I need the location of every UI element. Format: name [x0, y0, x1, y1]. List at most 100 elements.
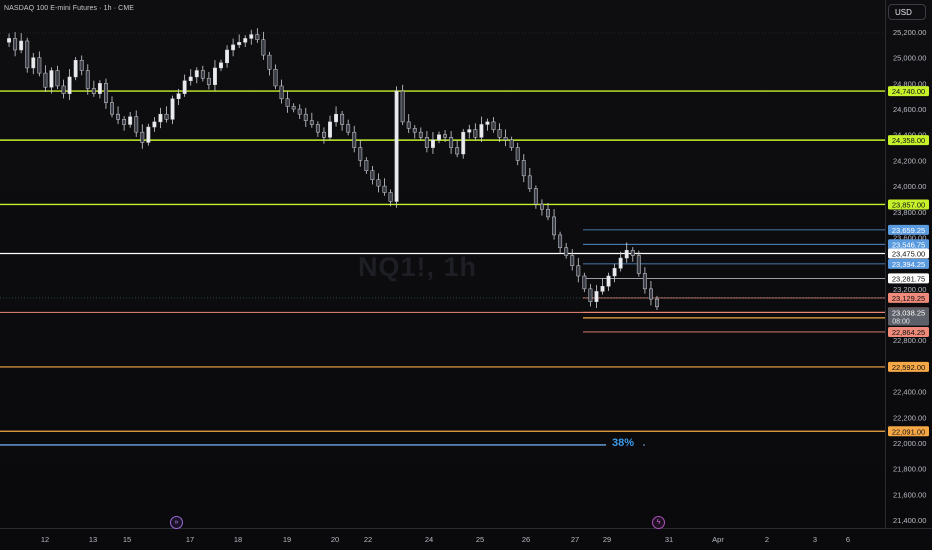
- y-tick-label: 25,000.00: [893, 54, 926, 63]
- candle-body: [455, 147, 460, 155]
- level-price-label: 23,394.25: [892, 260, 925, 269]
- candle-body: [418, 131, 423, 138]
- candle-body: [449, 137, 454, 148]
- candle-body: [521, 160, 526, 177]
- y-tick-label: 22,800.00: [893, 336, 926, 345]
- candle-body: [340, 113, 345, 125]
- forward-event-icon[interactable]: »: [170, 516, 183, 529]
- candle-body: [43, 72, 48, 88]
- candle-body: [503, 137, 508, 141]
- candle-body: [128, 116, 133, 125]
- y-tick-label: 25,200.00: [893, 28, 926, 37]
- candle-body: [67, 76, 72, 94]
- candle-body: [61, 85, 66, 94]
- candle-body: [261, 39, 266, 56]
- candle-body: [194, 70, 199, 78]
- candle-body: [31, 57, 36, 69]
- x-tick-label: 26: [522, 535, 530, 544]
- x-tick-label: Apr: [712, 535, 724, 544]
- level-price-label: 22,592.00: [892, 363, 925, 372]
- candle-body: [588, 288, 593, 302]
- candle-body: [243, 38, 248, 43]
- x-tick-label: 6: [846, 535, 850, 544]
- candle-body: [352, 131, 357, 148]
- candle-body: [212, 67, 217, 85]
- candle-body: [285, 98, 290, 107]
- candle-body: [461, 131, 466, 155]
- candle-body: [406, 121, 411, 129]
- candle-body: [297, 108, 302, 115]
- x-tick-label: 31: [665, 535, 673, 544]
- level-price-label: 23,129.25: [892, 294, 925, 303]
- candle-body: [467, 129, 472, 133]
- candle-body: [25, 40, 30, 69]
- candle-body: [19, 40, 24, 51]
- candle-body: [618, 257, 623, 269]
- candle-body: [630, 250, 635, 256]
- candle-body: [358, 147, 363, 161]
- candle-body: [170, 98, 175, 120]
- candle-body: [328, 121, 332, 138]
- last-price-label: 23,038.25: [892, 309, 925, 318]
- candle-body: [91, 88, 96, 94]
- candle-body: [309, 120, 314, 125]
- price-axis-separator: [885, 0, 886, 528]
- level-price-label: 22,091.00: [892, 427, 925, 436]
- candle-body: [303, 113, 308, 121]
- candle-body: [612, 268, 617, 277]
- candle-body: [7, 38, 12, 43]
- x-tick-label: 18: [234, 535, 242, 544]
- candle-body: [527, 175, 532, 189]
- candle-body: [412, 128, 417, 133]
- y-tick-label: 21,800.00: [893, 465, 926, 474]
- candle-body: [249, 34, 254, 39]
- candle-body: [570, 255, 575, 266]
- candle-body: [182, 80, 187, 94]
- lightning-event-icon[interactable]: ϟ: [652, 516, 665, 529]
- candle-body: [539, 203, 544, 210]
- candle-body: [509, 139, 514, 148]
- y-tick-label: 21,400.00: [893, 516, 926, 525]
- candle-body: [37, 57, 42, 74]
- candle-body: [546, 208, 550, 218]
- y-tick-label: 22,200.00: [893, 413, 926, 422]
- candle-body: [158, 113, 163, 123]
- candle-body: [485, 121, 490, 125]
- symbol-watermark: NQ1!, 1h: [358, 252, 478, 282]
- candle-body: [424, 137, 429, 148]
- x-tick-label: 12: [41, 535, 49, 544]
- x-tick-label: 27: [571, 535, 579, 544]
- candle-body: [642, 273, 647, 290]
- y-tick-label: 24,600.00: [893, 105, 926, 114]
- candle-body: [267, 54, 272, 70]
- candle-body: [273, 68, 278, 87]
- x-tick-label: 24: [425, 535, 433, 544]
- y-tick-label: 22,000.00: [893, 439, 926, 448]
- chart-window: 25,200.0025,000.0024,800.0024,600.0024,4…: [0, 0, 932, 550]
- candle-body: [225, 49, 230, 64]
- candle-body: [176, 93, 181, 100]
- candle-body: [552, 216, 557, 236]
- level-price-label: 23,281.75: [892, 274, 925, 283]
- candle-body: [110, 102, 114, 115]
- countdown-label: 08:00: [892, 319, 910, 326]
- x-tick-label: 22: [364, 535, 372, 544]
- candle-body: [376, 179, 381, 187]
- candle-body: [334, 113, 339, 123]
- candle-body: [594, 291, 599, 302]
- x-tick-label: 25: [476, 535, 484, 544]
- candle-body: [55, 70, 60, 87]
- candle-body: [116, 113, 121, 120]
- fib-dot: [643, 444, 645, 446]
- currency-button[interactable]: USD: [888, 4, 926, 20]
- level-price-label: 23,857.00: [892, 200, 925, 209]
- candle-body: [255, 34, 260, 40]
- candle-body: [382, 185, 387, 193]
- level-price-label: 23,475.00: [892, 250, 925, 259]
- candle-body: [473, 129, 478, 138]
- candle-body: [624, 250, 629, 259]
- x-tick-label: 29: [603, 535, 611, 544]
- candle-body: [648, 288, 653, 300]
- candle-body: [231, 44, 236, 51]
- x-tick-label: 2: [765, 535, 769, 544]
